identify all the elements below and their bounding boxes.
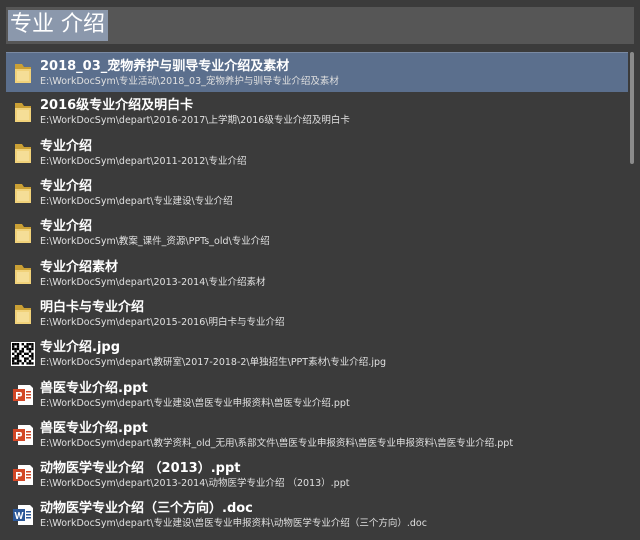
result-path: E:\WorkDocSym\depart\2013-2014\专业介绍素材 [40, 276, 266, 288]
powerpoint-icon [6, 423, 40, 447]
result-title: 2016级专业介绍及明白卡 [40, 98, 194, 114]
result-path: E:\WorkDocSym\depart\专业建设\兽医专业申报资料\动物医学专… [40, 518, 427, 530]
result-text: 专业介绍 E:\WorkDocSym\教案_课件_资源\PPTs_old\专业介绍 [40, 218, 270, 248]
qr-image-icon [6, 342, 40, 367]
result-text: 明白卡与专业介绍 E:\WorkDocSym\depart\2015-2016\明… [40, 299, 284, 329]
result-path: E:\WorkDocSym\专业活动\2018_03_宠物养护与驯导专业介绍及素… [40, 75, 339, 87]
result-title: 专业介绍.jpg [40, 340, 121, 356]
result-text: 专业介绍 E:\WorkDocSym\depart\2011-2012\专业介绍 [40, 138, 246, 168]
result-item[interactable]: 2016级专业介绍及明白卡 E:\WorkDocSym\depart\2016-2… [6, 92, 628, 132]
folder-icon [6, 141, 40, 165]
folder-icon [6, 61, 40, 85]
result-path: E:\WorkDocSym\depart\专业建设\兽医专业申报资料\兽医专业介… [40, 397, 350, 409]
result-path: E:\WorkDocSym\教案_课件_资源\PPTs_old\专业介绍 [40, 236, 270, 248]
result-path: E:\WorkDocSym\depart\教研室\2017-2018-2\单独招… [40, 357, 387, 369]
result-text: 专业介绍.jpg E:\WorkDocSym\depart\教研室\2017-20… [40, 339, 386, 369]
folder-icon [6, 181, 40, 205]
result-text: 专业介绍素材 E:\WorkDocSym\depart\2013-2014\专业介… [40, 259, 265, 289]
word-icon [6, 503, 40, 527]
search-query[interactable]: 专业 介绍 [8, 10, 108, 41]
result-path: E:\WorkDocSym\depart\教学资料_old_无用\系部文件\兽医… [40, 437, 514, 449]
result-path: E:\WorkDocSym\depart\2011-2012\专业介绍 [40, 155, 247, 167]
result-title: 专业介绍素材 [40, 259, 119, 275]
result-text: 动物医学专业介绍（三个方向）.doc E:\WorkDocSym\depart\专… [40, 500, 427, 530]
result-title: 专业介绍 [40, 138, 93, 154]
result-path: E:\WorkDocSym\depart\2016-2017\上学期\2016级… [40, 115, 350, 127]
result-title: 专业介绍 [40, 219, 93, 235]
result-item[interactable]: 兽医专业介绍.ppt E:\WorkDocSym\depart\教学资料_old_… [6, 415, 628, 455]
result-item[interactable]: 明白卡与专业介绍 E:\WorkDocSym\depart\2015-2016\明… [6, 294, 628, 334]
result-title: 专业介绍 [40, 179, 93, 195]
result-item[interactable]: 兽医专业介绍.ppt E:\WorkDocSym\depart\专业建设\兽医专业… [6, 374, 628, 414]
result-item[interactable]: 专业介绍素材 E:\WorkDocSym\depart\2013-2014\专业介… [6, 253, 628, 293]
search-bar[interactable]: 专业 介绍 [6, 7, 634, 44]
results-list: 2018_03_宠物养护与驯导专业介绍及素材 E:\WorkDocSym\专业活动… [6, 52, 628, 540]
result-text: 兽医专业介绍.ppt E:\WorkDocSym\depart\教学资料_old_… [40, 420, 513, 450]
result-text: 动物医学专业介绍 （2013）.ppt E:\WorkDocSym\depart\… [40, 460, 349, 490]
folder-icon [6, 100, 40, 124]
result-text: 2018_03_宠物养护与驯导专业介绍及素材 E:\WorkDocSym\专业活动… [40, 58, 339, 88]
result-title: 明白卡与专业介绍 [40, 299, 145, 315]
result-item[interactable]: 专业介绍 E:\WorkDocSym\教案_课件_资源\PPTs_old\专业介绍 [6, 213, 628, 253]
result-title: 兽医专业介绍.ppt [40, 420, 148, 436]
result-item[interactable]: 专业介绍 E:\WorkDocSym\depart\专业建设\专业介绍 [6, 173, 628, 213]
result-title: 动物医学专业介绍 （2013）.ppt [40, 461, 241, 477]
launcher-window: 专业 介绍 2018_03_宠物养护与驯导专业介绍及素材 E:\WorkDocSy… [0, 0, 640, 540]
powerpoint-icon [6, 463, 40, 487]
result-title: 2018_03_宠物养护与驯导专业介绍及素材 [40, 58, 290, 74]
result-item[interactable]: 专业介绍 E:\WorkDocSym\depart\2011-2012\专业介绍 [6, 133, 628, 173]
result-item[interactable]: 动物医学专业介绍（三个方向）.doc E:\WorkDocSym\depart\专… [6, 495, 628, 535]
folder-icon [6, 302, 40, 326]
result-item[interactable]: 2018_03_宠物养护与驯导专业介绍及素材 E:\WorkDocSym\专业活动… [6, 52, 628, 93]
result-item[interactable]: 专业介绍.jpg E:\WorkDocSym\depart\教研室\2017-20… [6, 334, 628, 374]
result-title: 兽医专业介绍.ppt [40, 380, 148, 396]
scrollbar-thumb[interactable] [630, 52, 634, 164]
folder-icon [6, 262, 40, 286]
result-text: 专业介绍 E:\WorkDocSym\depart\专业建设\专业介绍 [40, 178, 233, 208]
result-path: E:\WorkDocSym\depart\专业建设\专业介绍 [40, 196, 233, 208]
result-text: 2016级专业介绍及明白卡 E:\WorkDocSym\depart\2016-2… [40, 97, 350, 127]
result-path: E:\WorkDocSym\depart\2015-2016\明白卡与专业介绍 [40, 316, 285, 328]
result-item[interactable]: 动物医学专业介绍 （2013）.ppt E:\WorkDocSym\depart\… [6, 455, 628, 495]
result-path: E:\WorkDocSym\depart\2013-2014\动物医学专业介绍 … [40, 478, 350, 490]
scrollbar[interactable] [630, 52, 634, 540]
result-title: 动物医学专业介绍（三个方向）.doc [40, 501, 253, 517]
powerpoint-icon [6, 383, 40, 407]
folder-icon [6, 221, 40, 245]
result-text: 兽医专业介绍.ppt E:\WorkDocSym\depart\专业建设\兽医专业… [40, 380, 350, 410]
